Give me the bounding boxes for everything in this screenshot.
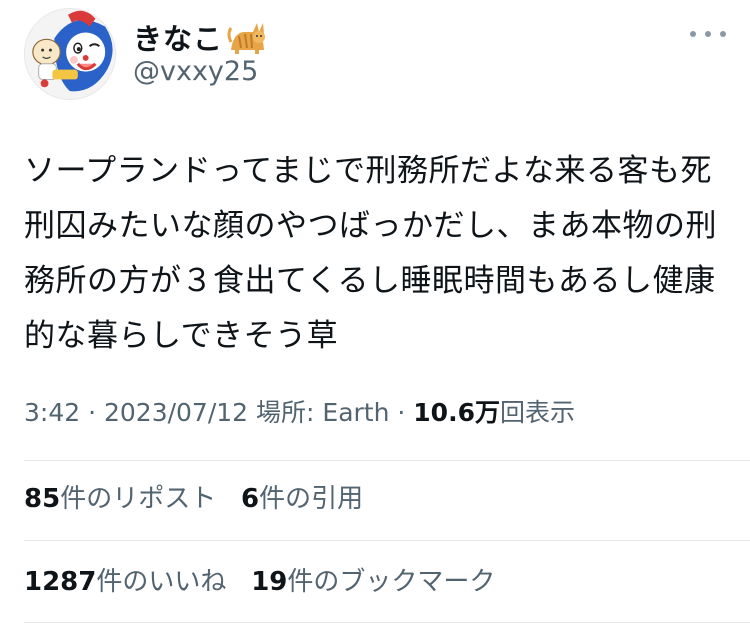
bookmarks-label: 件のブックマーク [287,567,496,597]
divider [24,460,750,461]
likes-count: 1287 [24,567,97,597]
bookmarks-count: 19 [251,567,288,597]
meta-separator: · [389,398,414,427]
more-dot [690,31,696,37]
likes-stat[interactable]: 1287件のいいね [24,561,226,598]
views-label: 回表示 [499,398,575,427]
tweet-time[interactable]: 3:42 [24,398,80,427]
likes-label: 件のいいね [96,567,227,597]
more-options-icon[interactable] [690,22,726,46]
quotes-count: 6 [241,484,260,514]
tweet-date[interactable]: 2023/07/12 [104,398,248,427]
cat-emoji-icon [227,20,267,54]
tweet-text: ソープランドってまじで刑務所だよな来る客も死 刑囚みたいな顔のやつばっかだし、ま… [24,153,717,354]
tweet-meta: 3:42 · 2023/07/12 場所: Earth · 10.6万回表示 [24,393,575,429]
more-dot [720,31,726,37]
user-handle[interactable]: @vxxy25 [133,56,258,87]
quotes-label: 件の引用 [259,484,364,514]
avatar-icon[interactable] [24,8,116,100]
meta-separator: · [80,398,104,427]
divider [24,540,750,541]
display-name-text: きなこ [133,22,224,56]
stats-row-reposts: 85件のリポスト 6件の引用 [24,478,363,515]
tweet-location: 場所: Earth [248,398,390,427]
display-name[interactable]: きなこ [133,16,267,58]
bookmarks-stat[interactable]: 19件のブックマーク [251,561,495,598]
reposts-stat[interactable]: 85件のリポスト [24,478,216,515]
views-count: 10.6万 [413,398,500,427]
quotes-stat[interactable]: 6件の引用 [241,478,363,515]
tweet-detail: きなこ @vxxy25 ソープランドってまじで刑務所だよな来る客も死 刑囚みたい… [0,0,750,632]
divider [24,622,750,623]
stats-row-likes: 1287件のいいね 19件のブックマーク [24,561,495,598]
reposts-count: 85 [24,484,61,514]
reposts-label: 件のリポスト [60,484,217,514]
more-dot [705,31,711,37]
